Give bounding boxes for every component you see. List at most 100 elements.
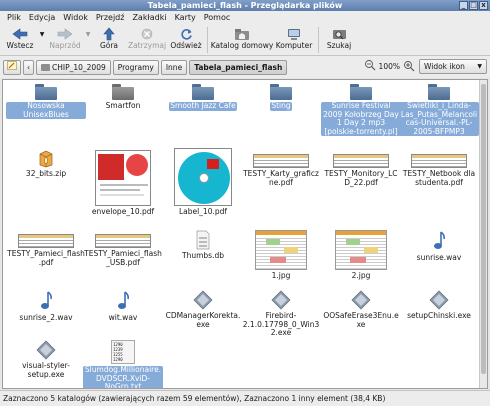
path-programy[interactable]: Programy [112,59,159,75]
executable-file-icon [351,288,371,310]
home-label: Katalog domowy [210,41,274,50]
edit-location-button[interactable] [3,59,21,75]
file-name: visual-styler-setup.exe [22,361,70,379]
maximize-button[interactable]: □ [469,1,478,10]
stop-button[interactable]: Zatrzymaj [126,24,168,56]
back-history-dropdown[interactable]: ▼ [38,24,46,56]
pdf-table-thumbnail [411,148,467,168]
folder-icon [41,63,50,71]
menu-widok[interactable]: Widok [59,11,92,24]
forward-button[interactable]: Naprzód [46,24,84,56]
toolbar: Wstecz ▼ Naprzód ▼ Góra Zatrzymaj Odświe… [0,24,490,56]
file-name: TESTY_Netbook dla studenta.pdf [402,169,476,187]
file-name: 32_bits.zip [25,169,67,178]
path-tabela-pamieci-flash[interactable]: Tabela_pamieci_flash [189,59,288,75]
file-name: setupChinski.exe [407,311,471,320]
pdf-table-thumbnail [18,228,74,248]
search-button[interactable]: Szukaj [322,24,356,56]
file-name: wit.wav [108,313,138,322]
file-name: OOSafeErase3Enu.exe [323,311,399,329]
title-bar[interactable]: Tabela_pamieci_flash - Przeglądarka plik… [0,0,490,11]
home-button[interactable]: Katalog domowy [211,24,273,56]
file-item[interactable]: 2.jpg [321,228,401,281]
file-item[interactable]: Smartfon [83,82,163,111]
computer-icon [286,27,302,41]
executable-file-icon [193,288,213,310]
pdf-table-thumbnail [253,148,309,168]
folder-icon [428,82,450,100]
file-item[interactable]: 32_bits.zip [6,148,86,179]
file-item[interactable]: TESTY_Netbook dla studenta.pdf [399,148,479,187]
file-manager-window: Tabela_pamieci_flash - Przeglądarka plik… [0,0,490,406]
forward-history-dropdown[interactable]: ▼ [84,24,92,56]
path-inne[interactable]: Inne [160,59,188,75]
file-item[interactable]: Firebird-2.1.0.17798_0_Win32.exe [241,288,321,338]
chevron-down-icon: ▼ [39,31,45,38]
file-item[interactable]: 1290 1239 1255 1290 Slumdog.Millionaire.D… [83,338,163,388]
minimize-button[interactable]: _ [459,1,468,10]
view-mode-select[interactable]: Widok ikon ▼ [419,59,487,74]
file-item[interactable]: Swietliki_i_Linda-Las_Putas_Melancolicas… [399,82,479,136]
file-item[interactable]: TESTY_Pamieci_flash.pdf [6,228,86,267]
menu-zakladki[interactable]: Zakładki [128,11,170,24]
reload-button[interactable]: Odśwież [168,24,204,56]
file-item[interactable]: Nosowska UnisexBlues [6,82,86,119]
back-arrow-icon [12,27,28,41]
file-item[interactable]: envelope_10.pdf [83,148,163,217]
file-item[interactable]: sunrise_2.wav [6,288,86,323]
file-item[interactable]: Smooth Jazz Cafe [163,82,243,111]
pdf-envelope-thumbnail [95,148,151,206]
up-arrow-icon [103,27,115,41]
menu-karty[interactable]: Karty [171,11,200,24]
zoom-out-icon[interactable] [364,59,376,74]
scrollbar-thumb[interactable] [481,84,486,374]
file-item[interactable]: Sting [241,82,321,111]
file-item[interactable]: Label_10.pdf [163,148,243,217]
toolbar-separator [318,27,319,53]
file-name: Label_10.pdf [178,207,228,216]
zoom-in-icon[interactable] [403,60,415,74]
file-item[interactable]: visual-styler-setup.exe [6,338,86,379]
forward-arrow-icon [57,27,73,41]
forward-label: Naprzód [49,41,81,50]
file-name: TESTY_Pamieci_flash.pdf [7,249,85,267]
file-item[interactable]: wit.wav [83,288,163,323]
spreadsheet-image-thumbnail [335,228,387,270]
file-name: Sunrise Festival 2009 Kołobrzeg Day 1 Da… [321,101,401,136]
back-button[interactable]: Wstecz [2,24,38,56]
audio-file-icon [38,288,54,312]
file-item[interactable]: CDManagerKorekta.exe [163,288,243,329]
path-scroll-left-button[interactable]: ‹ [23,59,34,75]
file-name: Slumdog.Millionaire.DVDSCR.XviD-NoGrp.tx… [83,365,163,388]
search-label: Szukaj [326,41,352,50]
file-item[interactable]: sunrise.wav [399,228,479,263]
file-item[interactable]: 1.jpg [241,228,321,281]
file-name: Nosowska UnisexBlues [6,101,86,119]
file-name: TESTY_Pamieci_flash_USB.pdf [84,249,162,267]
menu-plik[interactable]: Plik [3,11,25,24]
file-item[interactable]: OOSafeErase3Enu.exe [321,288,401,329]
stop-label: Zatrzymaj [127,41,167,50]
file-item[interactable]: TESTY_Pamieci_flash_USB.pdf [83,228,163,267]
vertical-scrollbar[interactable] [479,80,487,388]
file-item[interactable]: Sunrise Festival 2009 Kołobrzeg Day 1 Da… [321,82,401,136]
close-button[interactable]: x [479,1,488,10]
file-item[interactable]: TESTY_Karty_graficzne.pdf [241,148,321,187]
path-chip-10-2009[interactable]: CHIP_10_2009 [36,59,111,75]
file-icon-view[interactable]: Nosowska UnisexBlues Smartfon Smooth Jazz … [2,79,488,389]
up-button[interactable]: Góra [92,24,126,56]
folder-icon [112,82,134,100]
path-label: CHIP_10_2009 [52,62,106,72]
file-item[interactable]: Thumbs.db [163,228,243,261]
spreadsheet-image-thumbnail [255,228,307,270]
menu-przejdz[interactable]: Przejdź [92,11,129,24]
file-name: Sting [270,101,292,111]
pdf-table-thumbnail [95,228,151,248]
file-item[interactable]: TESTY_Monitory_LCD_22.pdf [321,148,401,187]
menu-edycja[interactable]: Edycja [25,11,59,24]
file-item[interactable]: setupChinski.exe [399,288,479,321]
file-name: CDManagerKorekta.exe [165,311,241,329]
file-name: sunrise.wav [416,253,462,262]
menu-pomoc[interactable]: Pomoc [200,11,235,24]
computer-button[interactable]: Komputer [273,24,315,56]
